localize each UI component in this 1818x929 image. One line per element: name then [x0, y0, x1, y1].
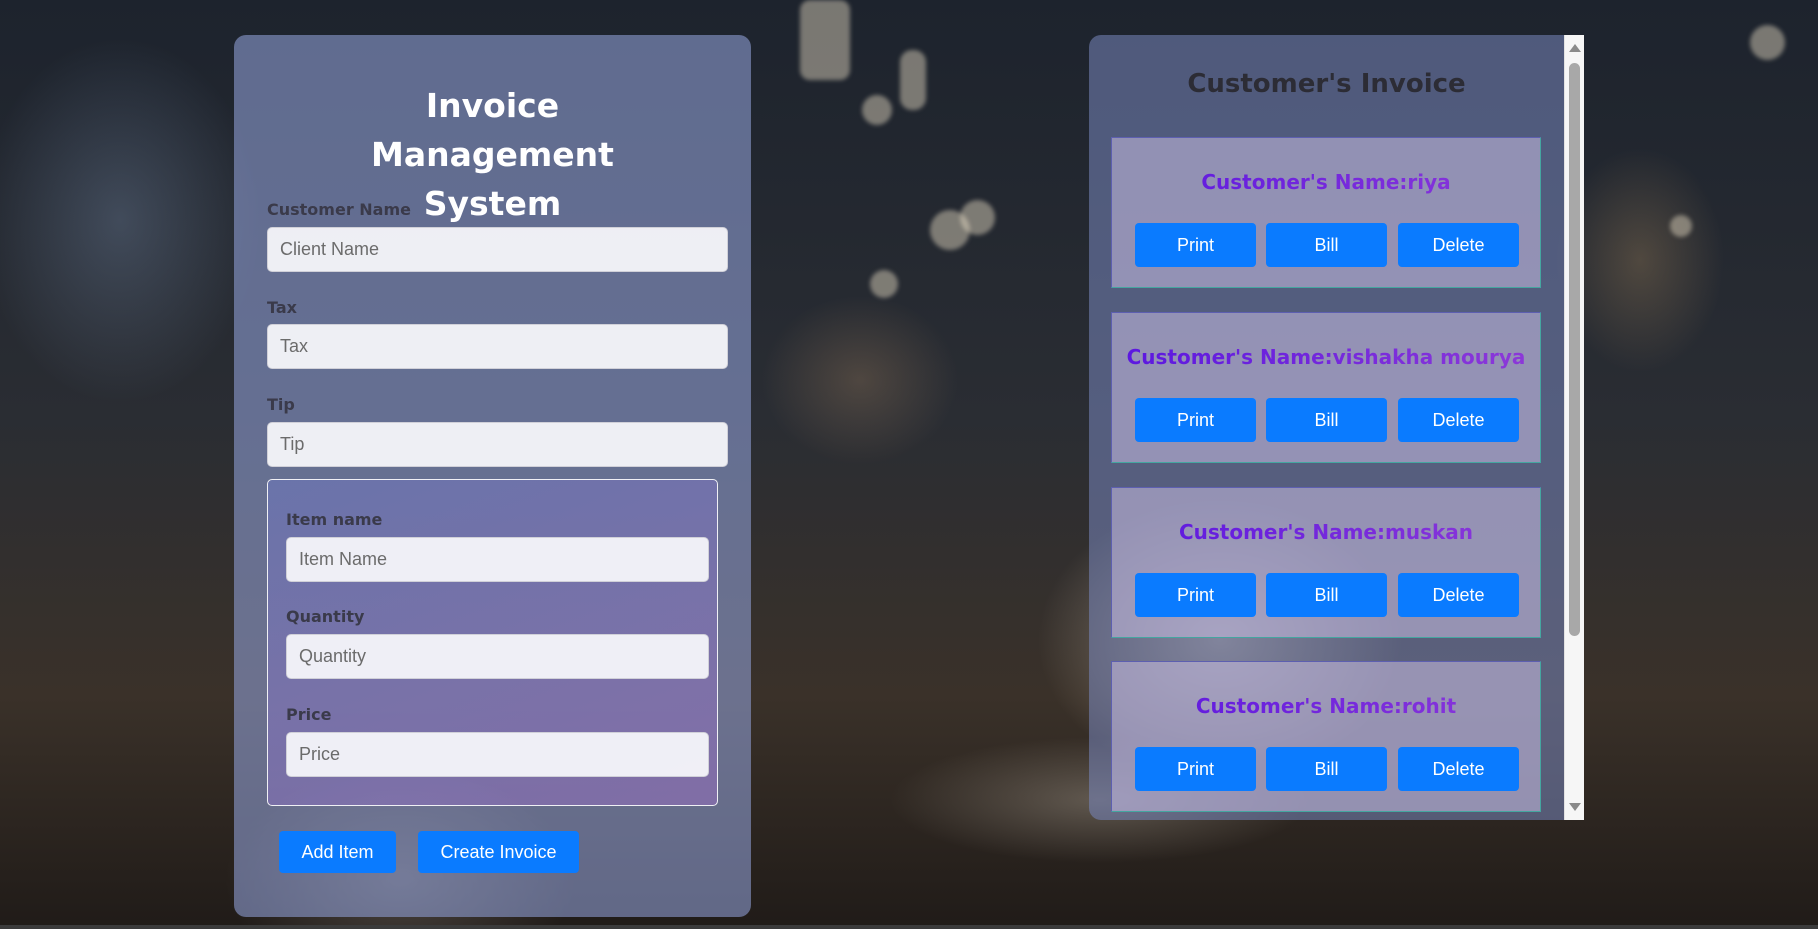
bill-button[interactable]: Bill — [1266, 398, 1387, 442]
invoice-list-scrollbar[interactable] — [1564, 35, 1584, 820]
invoice-form-panel: Invoice Management System Customer Name … — [234, 35, 751, 917]
scroll-down-arrow-icon[interactable] — [1569, 803, 1581, 811]
print-button[interactable]: Print — [1135, 398, 1256, 442]
customer-name-text: Customer's Name:rohit — [1112, 694, 1540, 718]
delete-button[interactable]: Delete — [1398, 573, 1519, 617]
customer-name-text: Customer's Name:vishakha mourya — [1112, 345, 1540, 369]
quantity-input[interactable] — [286, 634, 709, 679]
item-name-label: Item name — [286, 510, 383, 529]
item-entry-box: Item name Quantity Price — [267, 479, 718, 806]
tax-input[interactable] — [267, 324, 728, 369]
invoice-card: Customer's Name:vishakha mourya Print Bi… — [1111, 312, 1541, 463]
tax-label: Tax — [267, 298, 297, 317]
delete-button[interactable]: Delete — [1398, 747, 1519, 791]
bill-button[interactable]: Bill — [1266, 747, 1387, 791]
invoice-card: Customer's Name:muskan Print Bill Delete — [1111, 487, 1541, 638]
delete-button[interactable]: Delete — [1398, 223, 1519, 267]
customer-name-text: Customer's Name:riya — [1112, 170, 1540, 194]
create-invoice-button[interactable]: Create Invoice — [418, 831, 579, 873]
customer-name-input[interactable] — [267, 227, 728, 272]
bottom-edge — [0, 925, 1818, 929]
price-label: Price — [286, 705, 332, 724]
bill-button[interactable]: Bill — [1266, 573, 1387, 617]
invoice-card: Customer's Name:riya Print Bill Delete — [1111, 137, 1541, 288]
customer-name-text: Customer's Name:muskan — [1112, 520, 1540, 544]
tip-input[interactable] — [267, 422, 728, 467]
bill-button[interactable]: Bill — [1266, 223, 1387, 267]
quantity-label: Quantity — [286, 607, 365, 626]
print-button[interactable]: Print — [1135, 573, 1256, 617]
print-button[interactable]: Print — [1135, 223, 1256, 267]
item-name-input[interactable] — [286, 537, 709, 582]
invoice-list-title: Customer's Invoice — [1187, 69, 1466, 99]
add-item-button[interactable]: Add Item — [279, 831, 396, 873]
scroll-up-arrow-icon[interactable] — [1569, 44, 1581, 52]
customer-name-label: Customer Name — [267, 200, 411, 219]
invoice-list-panel: Customer's Invoice Customer's Name:riya … — [1089, 35, 1584, 820]
print-button[interactable]: Print — [1135, 747, 1256, 791]
price-input[interactable] — [286, 732, 709, 777]
scroll-thumb[interactable] — [1569, 63, 1580, 636]
tip-label: Tip — [267, 395, 295, 414]
invoice-card: Customer's Name:rohit Print Bill Delete — [1111, 661, 1541, 812]
delete-button[interactable]: Delete — [1398, 398, 1519, 442]
